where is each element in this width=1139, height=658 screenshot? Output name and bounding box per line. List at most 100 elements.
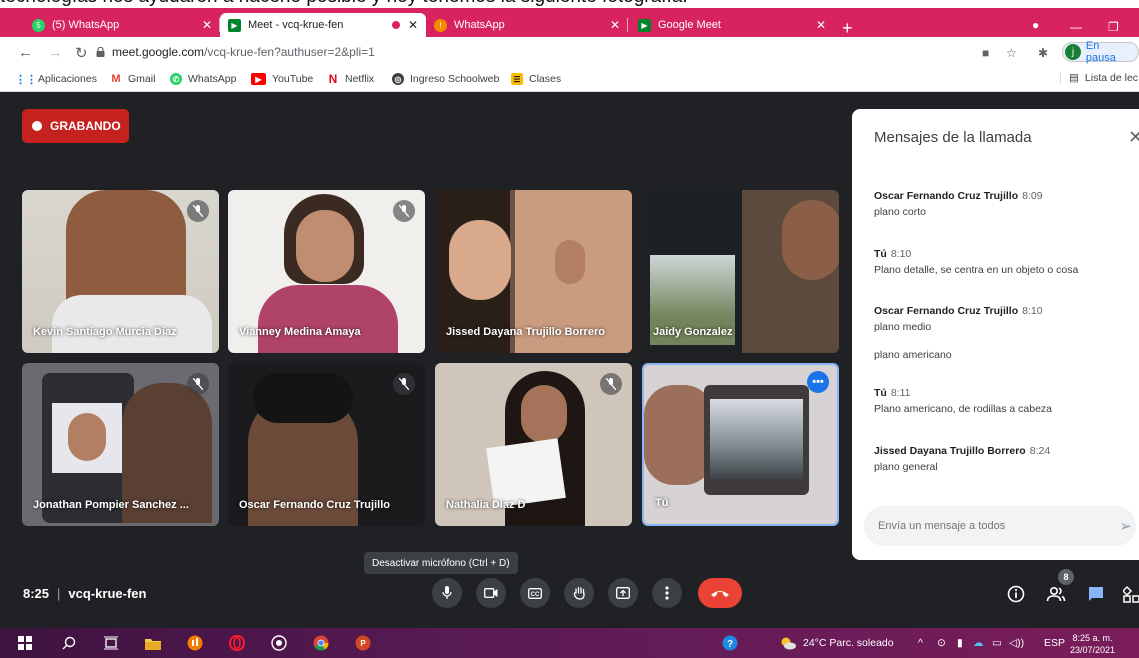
bookmark-youtube[interactable]: ▶ YouTube [251, 73, 313, 85]
url-field[interactable]: meet.google.com/vcq-krue-fen?authuser=2&… [112, 45, 375, 59]
camera-icon[interactable]: ■ [982, 46, 989, 60]
bookmark-whatsapp[interactable]: ✆ WhatsApp [170, 73, 236, 85]
participant-tile[interactable]: Jaidy Gonzalez [642, 190, 839, 353]
system-clock[interactable]: 8:25 a. m. 23/07/2021 [1070, 632, 1115, 656]
bookmark-schoolweb[interactable]: ◎ Ingreso Schoolweb [392, 73, 499, 85]
participant-name: Vianney Medina Amaya [239, 326, 361, 338]
bookmark-apps[interactable]: ⋮⋮ Aplicaciones [15, 73, 97, 86]
alert-icon: ! [434, 18, 447, 32]
volume-icon[interactable]: ◁)) [1009, 637, 1024, 649]
url-domain: meet.google.com [112, 45, 205, 59]
windows-taskbar: P ? 24°C Parc. soleado ^ ⊙ ▮ ☁ ▭ ◁)) ESP… [0, 628, 1139, 658]
participant-name: Oscar Fernando Cruz Trujillo [239, 499, 390, 511]
app-circle-icon[interactable] [271, 635, 287, 651]
help-icon[interactable]: ? [722, 635, 738, 651]
bookmarks-bar: ⋮⋮ Aplicaciones M Gmail ✆ WhatsApp ▶ YouTube… [0, 68, 1139, 92]
clock-date: 23/07/2021 [1070, 645, 1116, 655]
activities-button[interactable] [1120, 582, 1139, 606]
more-options-button[interactable] [652, 578, 682, 608]
chat-message: Tú 8:11 Plano americano, de rodillas a ca… [874, 387, 1053, 415]
profile-button[interactable]: j En pausa [1062, 40, 1139, 64]
bookmark-star-icon[interactable]: ☆ [1006, 46, 1017, 60]
self-tile[interactable]: ••• Tú [642, 363, 839, 526]
tray-expand-icon[interactable]: ^ [918, 637, 923, 649]
extensions-icon[interactable]: ✱ [1038, 46, 1048, 60]
tab-google-meet[interactable]: ▶ Google Meet ✕ [630, 13, 834, 37]
chat-message-input[interactable] [864, 506, 1094, 546]
weather-text[interactable]: 24°C Parc. soleado [803, 637, 894, 649]
participant-name: Nathalia Diaz D [446, 499, 526, 511]
bookmark-clases[interactable]: ☰ Clases [511, 73, 561, 85]
whatsapp-icon: ✆ [170, 73, 182, 85]
participant-tile[interactable]: Vianney Medina Amaya [228, 190, 425, 353]
captions-button[interactable]: CC [520, 578, 550, 608]
weather-sun-icon [780, 635, 796, 651]
close-icon[interactable]: ✕ [816, 18, 826, 32]
muted-mic-icon [187, 373, 209, 395]
close-icon[interactable]: ✕ [610, 18, 620, 32]
bookmark-netflix[interactable]: N Netflix [327, 72, 375, 86]
file-explorer-icon[interactable] [145, 635, 161, 651]
reading-list-icon: ▤ [1069, 72, 1079, 84]
participant-tile[interactable]: Nathalia Diaz D [435, 363, 632, 526]
task-view-icon[interactable] [103, 635, 119, 651]
close-icon[interactable]: ✕ [1128, 127, 1139, 148]
tray-app-icon[interactable]: ⊙ [937, 637, 946, 649]
send-icon[interactable]: ➢ [1119, 517, 1132, 535]
participant-tile[interactable]: Jissed Dayana Trujillo Borrero [435, 190, 632, 353]
present-screen-button[interactable] [608, 578, 638, 608]
close-icon[interactable]: ✕ [408, 18, 418, 32]
recording-indicator[interactable]: GRABANDO [22, 109, 129, 143]
minimize-icon[interactable]: — [1070, 20, 1082, 34]
opera-icon[interactable] [229, 635, 245, 651]
microphone-icon [442, 586, 452, 599]
participant-tile[interactable]: Jonathan Pompier Sanchez ... [22, 363, 219, 526]
back-arrow-icon[interactable]: ← [18, 44, 33, 61]
close-icon[interactable]: ✕ [202, 18, 212, 32]
tab-label: Meet - vcq-krue-fen [248, 19, 344, 31]
muted-mic-icon [187, 200, 209, 222]
youtube-icon: ▶ [251, 73, 266, 85]
office-icon[interactable] [187, 635, 203, 651]
tab-label: Google Meet [658, 19, 721, 31]
tab-whatsapp-1[interactable]: 5 (5) WhatsApp ✕ [24, 13, 220, 37]
participant-name: Jissed Dayana Trujillo Borrero [446, 326, 605, 338]
new-tab-button[interactable]: + [842, 18, 853, 39]
tab-search-icon[interactable]: ● [1032, 18, 1039, 32]
more-options-icon[interactable]: ••• [807, 371, 829, 393]
microphone-button[interactable] [432, 578, 462, 608]
battery-icon[interactable]: ▭ [992, 637, 1002, 649]
reload-icon[interactable]: ↻ [75, 44, 88, 62]
chat-message: Jissed Dayana Trujillo Borrero 8:24 plano… [874, 445, 1051, 473]
language-indicator[interactable]: ESP [1044, 637, 1065, 649]
tab-meet[interactable]: ▶ Meet - vcq-krue-fen ✕ [220, 13, 426, 37]
screen: tecnologías nos ayudaron a hacerlo posib… [0, 0, 1139, 658]
chrome-icon[interactable] [313, 635, 329, 651]
chat-button[interactable] [1084, 582, 1108, 606]
search-icon[interactable] [61, 635, 77, 651]
profile-status: En pausa [1085, 40, 1116, 64]
meeting-info-button[interactable] [1004, 582, 1028, 606]
maximize-icon[interactable]: ❐ [1108, 20, 1119, 34]
chat-message: Oscar Fernando Cruz Trujillo 8:10 plano m… [874, 305, 1043, 361]
muted-mic-icon [600, 373, 622, 395]
tray-cloud-icon[interactable]: ☁ [973, 637, 984, 649]
bookmark-gmail[interactable]: M Gmail [110, 73, 155, 85]
reading-list-button[interactable]: ▤ Lista de lec [1060, 72, 1138, 84]
people-icon [1046, 586, 1066, 602]
raise-hand-button[interactable] [564, 578, 594, 608]
camera-button[interactable] [476, 578, 506, 608]
powerpoint-icon[interactable]: P [355, 635, 371, 651]
leave-call-button[interactable] [698, 578, 742, 608]
participant-tile[interactable]: Kevin Santiago Murcia Diaz [22, 190, 219, 353]
recording-dot-icon [392, 21, 400, 29]
people-button[interactable] [1044, 582, 1068, 606]
tab-whatsapp-2[interactable]: ! WhatsApp ✕ [426, 13, 628, 37]
separator: | [57, 586, 61, 601]
muted-mic-icon [393, 200, 415, 222]
tray-mic-icon[interactable]: ▮ [957, 637, 963, 649]
windows-start-icon[interactable] [17, 635, 33, 651]
meet-stage: GRABANDO Kevin Santiago Murcia Diaz Vian… [0, 92, 1139, 628]
forward-arrow-icon[interactable]: → [48, 44, 63, 61]
participant-tile[interactable]: Oscar Fernando Cruz Trujillo [228, 363, 425, 526]
